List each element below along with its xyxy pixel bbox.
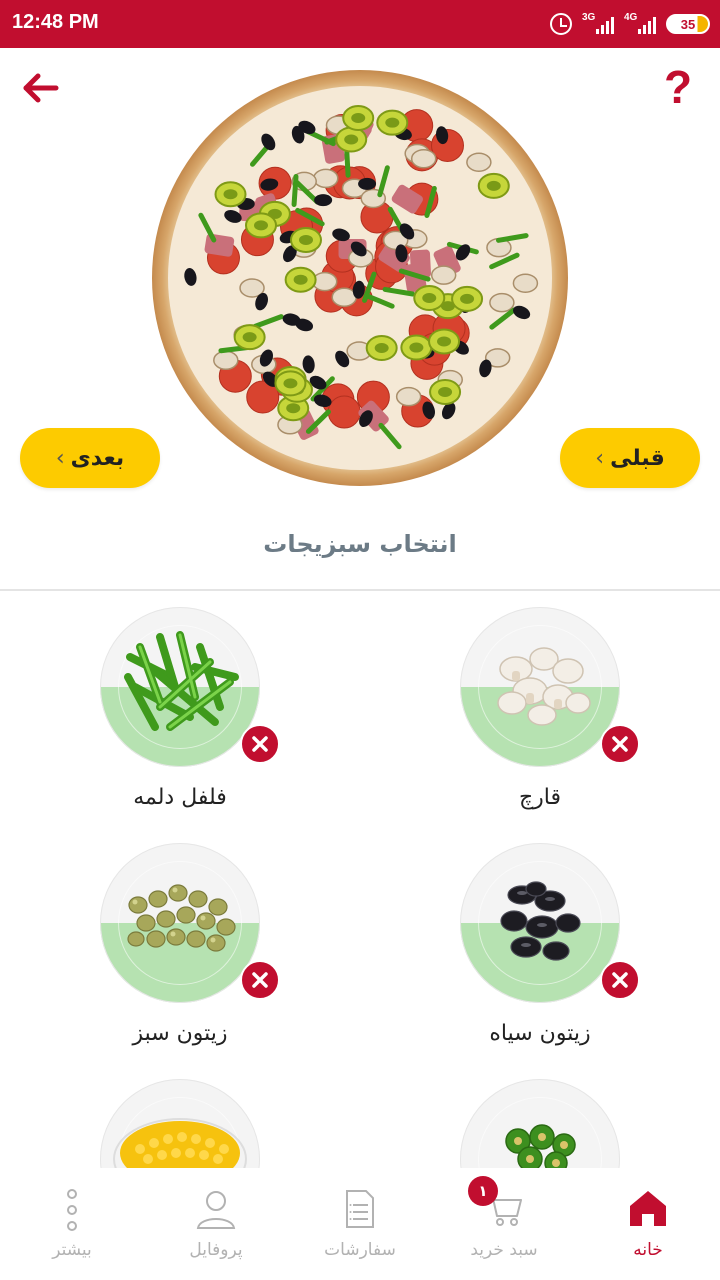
status-bar: 12:48 PM 3G 4G 35 (0, 0, 720, 48)
nav-label: خانه (633, 1240, 663, 1260)
vegetable-plate (460, 607, 620, 767)
prev-label: قبلی (610, 445, 665, 471)
vegetable-item-bell-pepper[interactable]: فلفل دلمه (20, 591, 340, 821)
signal-bars-icon (596, 17, 614, 34)
vegetable-item-mushroom[interactable]: قارچ (380, 591, 700, 821)
close-icon (252, 736, 268, 752)
nav-label: سفارشات (324, 1240, 396, 1260)
next-label: بعدی (70, 445, 125, 471)
alarm-icon (550, 13, 572, 35)
nav-label: پروفایل (189, 1240, 243, 1260)
prev-button[interactable]: ‹ قبلی (560, 428, 700, 488)
help-button[interactable]: ? (662, 62, 694, 112)
vegetable-plate (460, 843, 620, 1003)
vegetable-item-corn[interactable] (20, 1063, 340, 1168)
more-icon (67, 1189, 77, 1231)
remove-button[interactable] (240, 960, 280, 1000)
close-icon (612, 972, 628, 988)
mushroom-image (497, 647, 591, 726)
status-icons: 3G 4G 35 (550, 10, 710, 38)
vegetable-plate (100, 843, 260, 1003)
section-title: انتخاب سبزیجات (263, 530, 457, 558)
bell-pepper-image (124, 631, 239, 731)
nav-label: سبد خرید (470, 1240, 538, 1260)
profile-icon (196, 1191, 236, 1229)
nav-tab-home[interactable]: خانه (576, 1168, 720, 1280)
vegetable-label: فلفل دلمه (133, 785, 227, 810)
nav-tab-profile[interactable]: پروفایل (144, 1168, 288, 1280)
vegetable-label: زیتون سبز (132, 1021, 228, 1046)
close-icon (252, 972, 268, 988)
nav-tab-cart[interactable]: سبد خرید (432, 1168, 576, 1280)
vegetable-item-green-olive[interactable]: زیتون سبز (20, 827, 340, 1057)
home-icon (630, 1191, 666, 1226)
vegetable-item-jalapeno[interactable] (380, 1063, 700, 1168)
vegetable-grid: قارچ فلفل دلمه زیتون سیاه زیتون سبز (0, 591, 720, 1168)
vegetable-label: قارچ (518, 785, 562, 810)
vegetable-plate (100, 1079, 260, 1168)
cart-badge: ۱ (468, 1176, 498, 1206)
corn-image (113, 1118, 247, 1168)
vegetable-label: زیتون سیاه (489, 1021, 591, 1046)
green-olive-image (127, 884, 236, 952)
black-olive-image (500, 881, 581, 961)
nav-label: بیشتر (52, 1240, 92, 1260)
bottom-navigation: بیشتر پروفایل سفارشات سبد خرید خانه (0, 1168, 720, 1280)
vegetable-plate (460, 1079, 620, 1168)
close-icon (612, 736, 628, 752)
nav-tab-orders[interactable]: سفارشات (288, 1168, 432, 1280)
remove-button[interactable] (600, 724, 640, 764)
signal-bars-icon (638, 17, 656, 34)
remove-button[interactable] (240, 724, 280, 764)
vegetable-plate (100, 607, 260, 767)
signal-4g: 4G (624, 12, 656, 36)
jalapeno-image (505, 1124, 576, 1168)
next-button[interactable]: ‹ بعدی (20, 428, 160, 488)
battery-icon: 35 (666, 14, 710, 34)
signal-3g: 3G (582, 12, 614, 36)
chevron-left-icon: ‹ (595, 445, 605, 471)
chevron-left-icon: ‹ (55, 445, 65, 471)
nav-tab-more[interactable]: بیشتر (0, 1168, 144, 1280)
vegetable-item-black-olive[interactable]: زیتون سیاه (380, 827, 700, 1057)
pizza-image (152, 70, 568, 486)
status-time: 12:48 PM (12, 11, 99, 33)
arrow-left-icon (23, 73, 59, 103)
back-button[interactable] (22, 70, 62, 106)
orders-icon (346, 1190, 374, 1228)
remove-button[interactable] (600, 960, 640, 1000)
